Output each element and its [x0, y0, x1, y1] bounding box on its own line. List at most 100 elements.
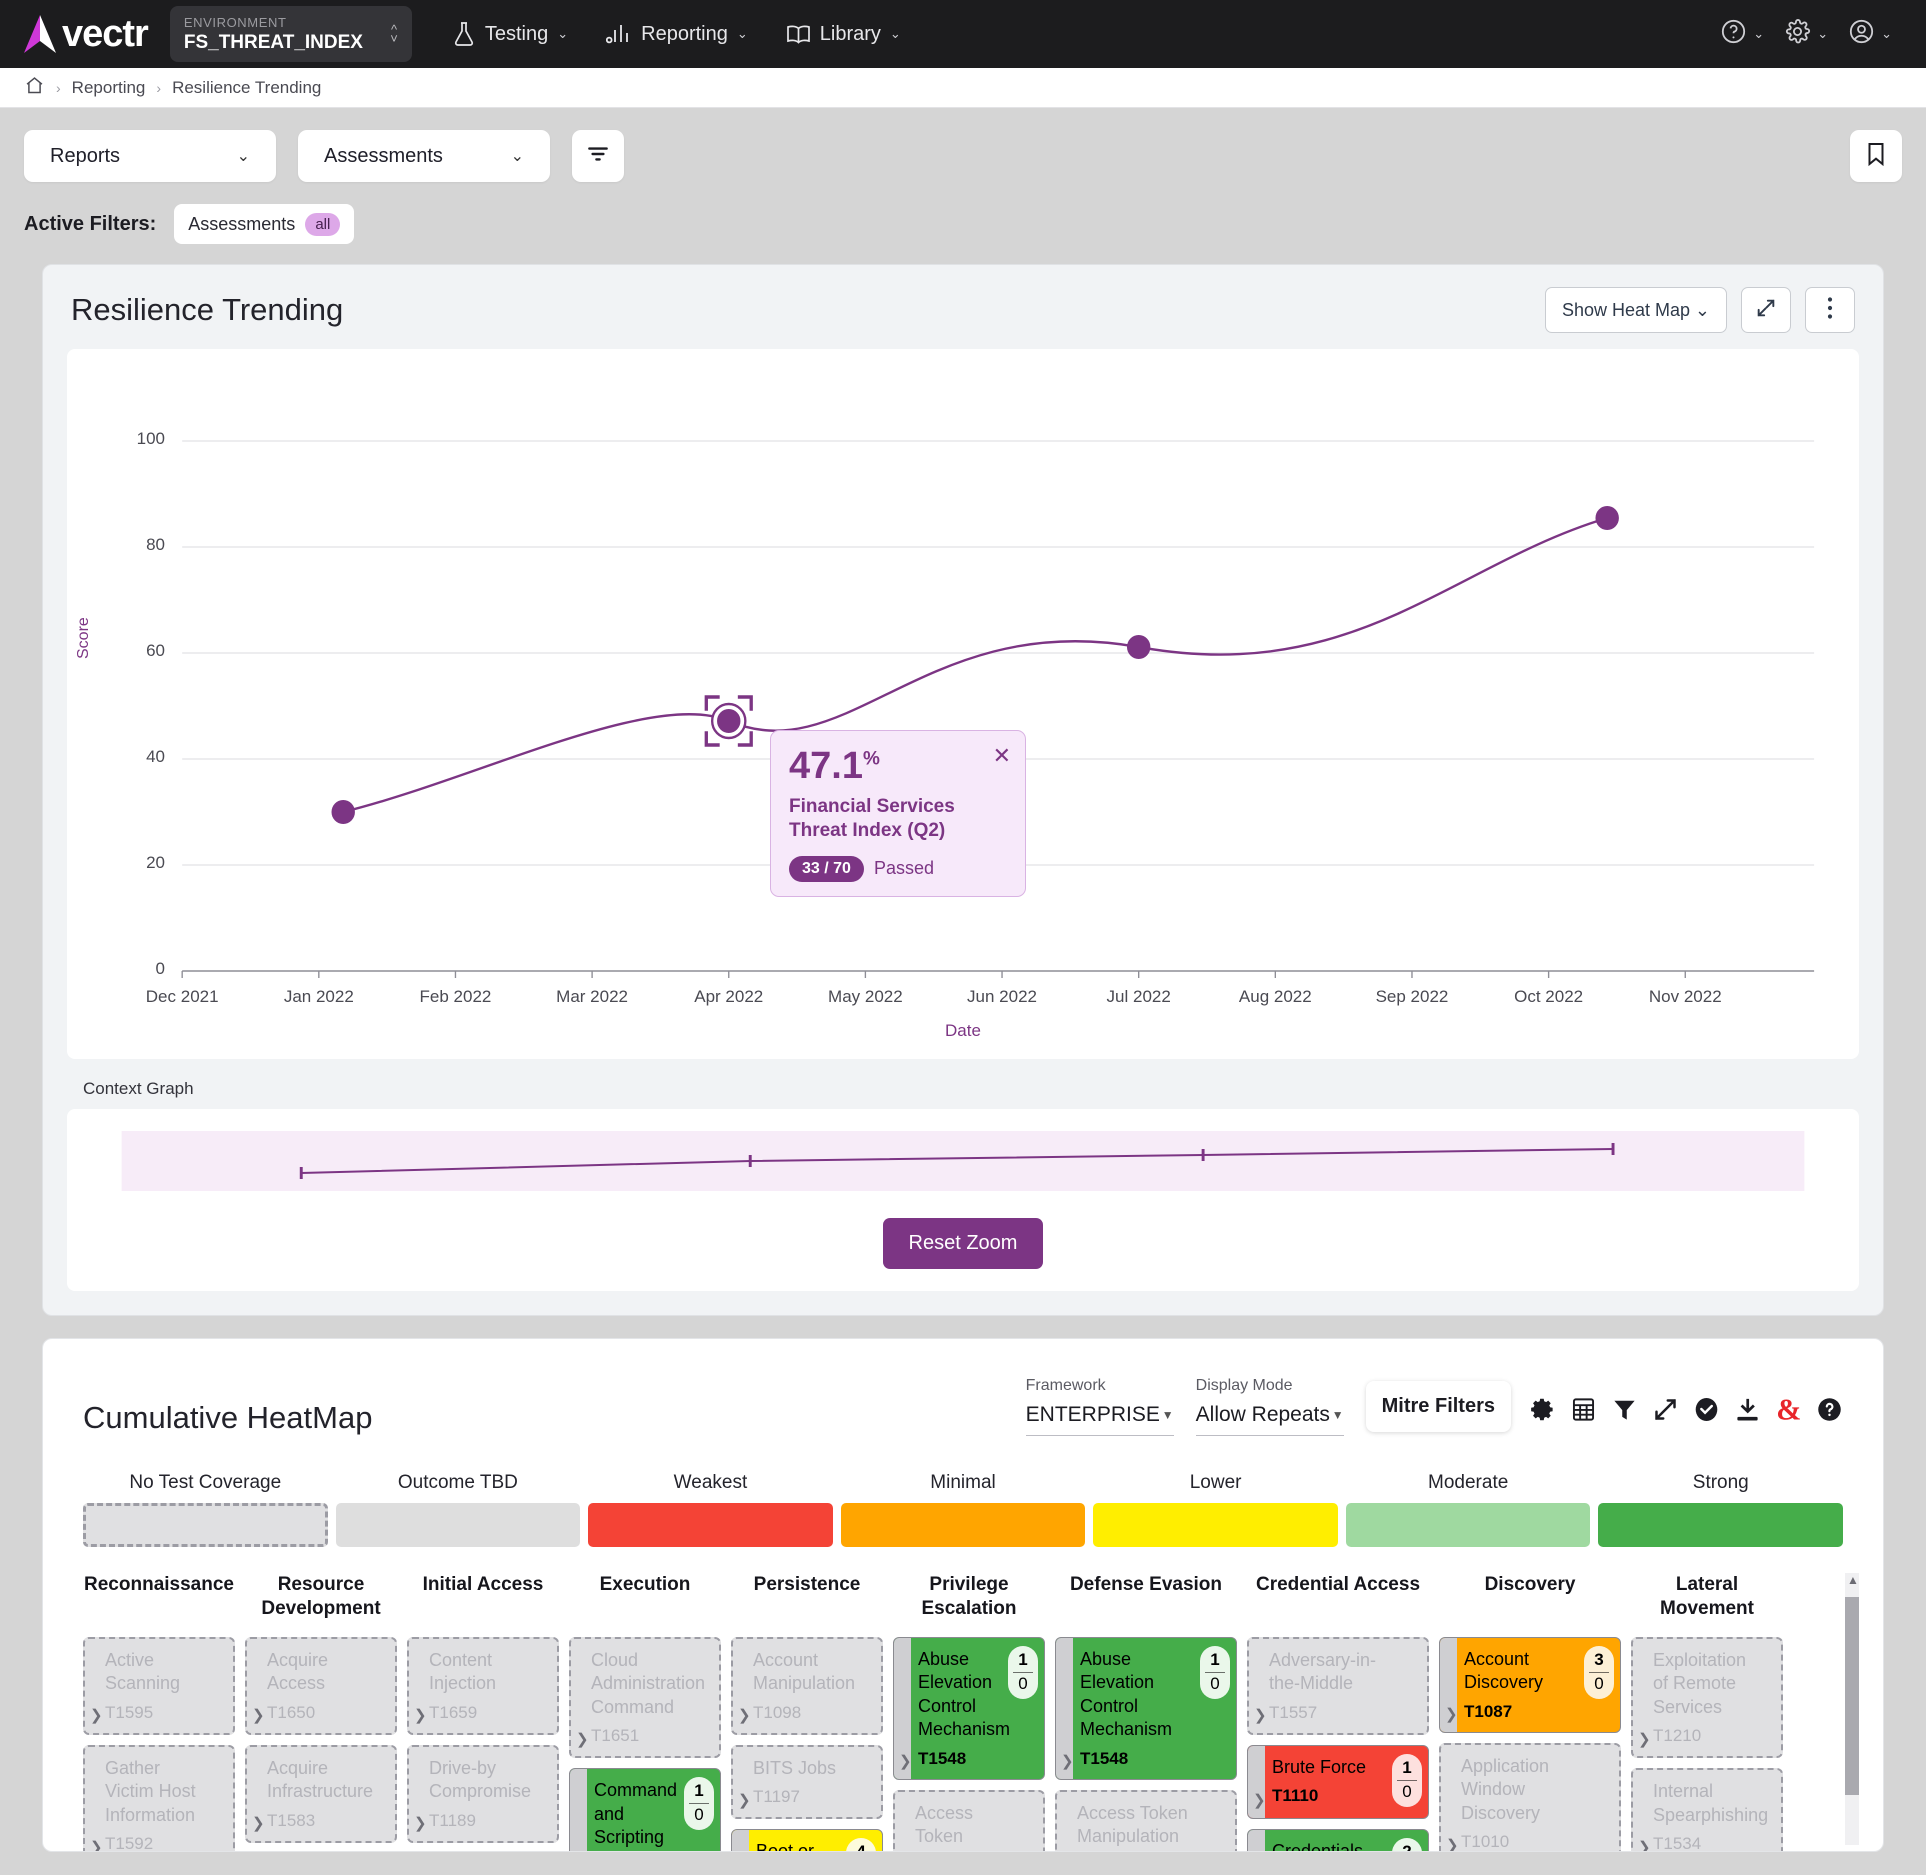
technique-cell[interactable]: Abuse Elevation Control MechanismT1548❯1… [1055, 1637, 1237, 1780]
technique-cell[interactable]: Drive-by CompromiseT1189❯ [407, 1745, 559, 1843]
filter-button[interactable] [572, 130, 624, 182]
trend-point-q3[interactable] [1127, 635, 1150, 659]
chevron-right-icon[interactable]: ❯ [576, 1730, 589, 1750]
technique-name: Exploitation of Remote Services [1653, 1650, 1746, 1717]
display-mode-select[interactable]: Allow Repeats ▼ [1196, 1403, 1344, 1436]
technique-score: 10 [684, 1777, 714, 1830]
technique-cell[interactable]: Account DiscoveryT1087❯30 [1439, 1637, 1621, 1733]
technique-name: Acquire Infrastructure [267, 1758, 373, 1801]
help-circle-icon[interactable] [1816, 1396, 1843, 1423]
chevron-right-icon[interactable]: ❯ [1638, 1838, 1651, 1851]
legend-item: No Test Coverage [83, 1472, 328, 1547]
gear-icon[interactable] [1529, 1396, 1556, 1423]
mitre-filters-button[interactable]: Mitre Filters [1366, 1381, 1511, 1432]
expand-chart-button[interactable] [1741, 287, 1791, 333]
technique-cell[interactable]: Brute ForceT1110❯10 [1247, 1745, 1429, 1819]
technique-cell[interactable]: Abuse Elevation Control MechanismT1548❯1… [893, 1637, 1045, 1780]
chevron-right-icon[interactable]: ❯ [414, 1706, 427, 1726]
technique-cell[interactable]: Internal SpearphishingT1534❯ [1631, 1768, 1783, 1851]
chevron-right-icon[interactable]: ❯ [1445, 1705, 1458, 1725]
environment-stepper-icon[interactable]: ^˅ [390, 25, 398, 43]
account-menu[interactable]: ⌄ [1840, 12, 1900, 56]
trend-point-q2-selected[interactable] [715, 707, 742, 735]
y-tick-0: 0 [156, 959, 165, 979]
technique-cell[interactable]: Credentials from Password StoresT1555❯20 [1247, 1829, 1429, 1851]
chevron-right-icon[interactable]: ❯ [252, 1706, 265, 1726]
breadcrumb-item-reporting[interactable]: Reporting [72, 78, 146, 98]
technique-cell[interactable]: Active ScanningT1595❯ [83, 1637, 235, 1735]
technique-cell[interactable]: Access Token ManipulationT1134❯ [893, 1790, 1045, 1851]
environment-selector[interactable]: ENVIRONMENT FS_THREAT_INDEX ^˅ [170, 6, 412, 62]
technique-cell[interactable]: Acquire InfrastructureT1583❯ [245, 1745, 397, 1843]
breadcrumb-item-resilience-trending[interactable]: Resilience Trending [172, 78, 321, 98]
tooltip-pass-badge: 33 / 70 [789, 856, 864, 882]
cumulative-heatmap-panel: Cumulative HeatMap Framework ENTERPRISE … [42, 1338, 1884, 1852]
download-icon[interactable] [1734, 1396, 1761, 1423]
bookmark-icon [1864, 141, 1888, 172]
matrix-vertical-scrollbar[interactable]: ▲ [1845, 1573, 1859, 1845]
chevron-right-icon[interactable]: ❯ [90, 1706, 103, 1726]
chevron-right-icon[interactable]: ❯ [738, 1706, 751, 1726]
technique-cell[interactable]: Boot or Logon Autostart ExecutionT1547❯4… [731, 1829, 883, 1851]
technique-cell[interactable]: Command and Scripting InterpreterT1059❯1… [569, 1768, 721, 1851]
technique-cell[interactable]: Content InjectionT1659❯ [407, 1637, 559, 1735]
framework-select[interactable]: ENTERPRISE ▼ [1026, 1403, 1174, 1436]
chevron-right-icon[interactable]: ❯ [414, 1814, 427, 1834]
chevron-right-icon[interactable]: ❯ [1061, 1752, 1074, 1772]
technique-cell[interactable]: Exploitation of Remote ServicesT1210❯ [1631, 1637, 1783, 1758]
reset-zoom-button[interactable]: Reset Zoom [883, 1218, 1044, 1269]
reports-dropdown[interactable]: Reports ⌄ [24, 130, 276, 182]
technique-cell[interactable]: Gather Victim Host InformationT1592❯ [83, 1745, 235, 1851]
trend-point-q1[interactable] [332, 800, 355, 824]
technique-cell[interactable]: Application Window DiscoveryT1010❯ [1439, 1743, 1621, 1851]
context-graph[interactable] [67, 1127, 1859, 1195]
technique-cell[interactable]: Cloud Administration CommandT1651❯ [569, 1637, 721, 1758]
tooltip-value-number: 47.1 [789, 745, 863, 787]
vectr-logo[interactable]: vectr [22, 13, 148, 55]
close-icon[interactable]: ✕ [993, 745, 1011, 767]
chevron-right-icon[interactable]: ❯ [738, 1791, 751, 1811]
nav-item-library[interactable]: Library ⌄ [772, 15, 915, 54]
technique-cell[interactable]: Account ManipulationT1098❯ [731, 1637, 883, 1735]
technique-cell[interactable]: BITS JobsT1197❯ [731, 1745, 883, 1819]
trend-chart[interactable]: 100 80 60 40 20 0 Score Dec 2021Jan 2022… [67, 359, 1859, 1059]
expand-icon[interactable] [1652, 1396, 1679, 1423]
matrix-column-header: Credential Access [1247, 1573, 1429, 1625]
nav-item-testing[interactable]: Testing ⌄ [438, 13, 582, 55]
bookmark-button[interactable] [1850, 130, 1902, 182]
check-circle-icon[interactable] [1693, 1396, 1720, 1423]
x-axis-ticks: Dec 2021Jan 2022Feb 2022Mar 2022Apr 2022… [67, 987, 1859, 1017]
settings-menu[interactable]: ⌄ [1776, 12, 1836, 56]
trend-point-q4[interactable] [1595, 506, 1618, 530]
chevron-right-icon[interactable]: ❯ [1638, 1730, 1651, 1750]
chevron-right-icon[interactable]: ❯ [1254, 1706, 1267, 1726]
help-menu[interactable]: ⌄ [1712, 12, 1772, 56]
show-heat-map-label: Show Heat Map [1562, 300, 1690, 321]
ampersand-icon[interactable]: & [1775, 1395, 1802, 1424]
technique-cell[interactable]: Adversary-in-the-MiddleT1557❯ [1247, 1637, 1429, 1735]
home-icon[interactable] [24, 75, 45, 101]
assessments-dropdown-label: Assessments [324, 145, 443, 168]
book-icon [786, 23, 811, 46]
technique-cell[interactable]: Access Token ManipulationT1134❯ [1055, 1790, 1237, 1851]
vectr-logo-text: vectr [62, 15, 148, 53]
show-heat-map-dropdown[interactable]: Show Heat Map ⌄ [1545, 287, 1727, 333]
chevron-right-icon[interactable]: ❯ [899, 1752, 912, 1772]
chevron-right-icon[interactable]: ❯ [1446, 1836, 1459, 1851]
chevron-right-icon[interactable]: ❯ [1253, 1791, 1266, 1811]
active-filter-chip-assessments[interactable]: Assessments all [174, 204, 354, 244]
scroll-up-arrow-icon[interactable]: ▲ [1847, 1573, 1859, 1587]
technique-cell[interactable]: Acquire AccessT1650❯ [245, 1637, 397, 1735]
chart-more-menu-button[interactable] [1805, 287, 1855, 333]
funnel-icon[interactable] [1611, 1396, 1638, 1423]
scrollbar-thumb[interactable] [1845, 1597, 1859, 1795]
technique-name: BITS Jobs [753, 1758, 836, 1778]
chart-tooltip[interactable]: ✕ 47.1% Financial Services Threat Index … [770, 730, 1026, 897]
tooltip-value: 47.1% [789, 747, 1007, 785]
assessments-dropdown[interactable]: Assessments ⌄ [298, 130, 550, 182]
nav-item-reporting[interactable]: Reporting ⌄ [592, 14, 762, 54]
table-icon[interactable] [1570, 1396, 1597, 1423]
score-pass: 1 [1200, 1649, 1230, 1671]
chevron-right-icon[interactable]: ❯ [90, 1838, 103, 1851]
chevron-right-icon[interactable]: ❯ [252, 1814, 265, 1834]
